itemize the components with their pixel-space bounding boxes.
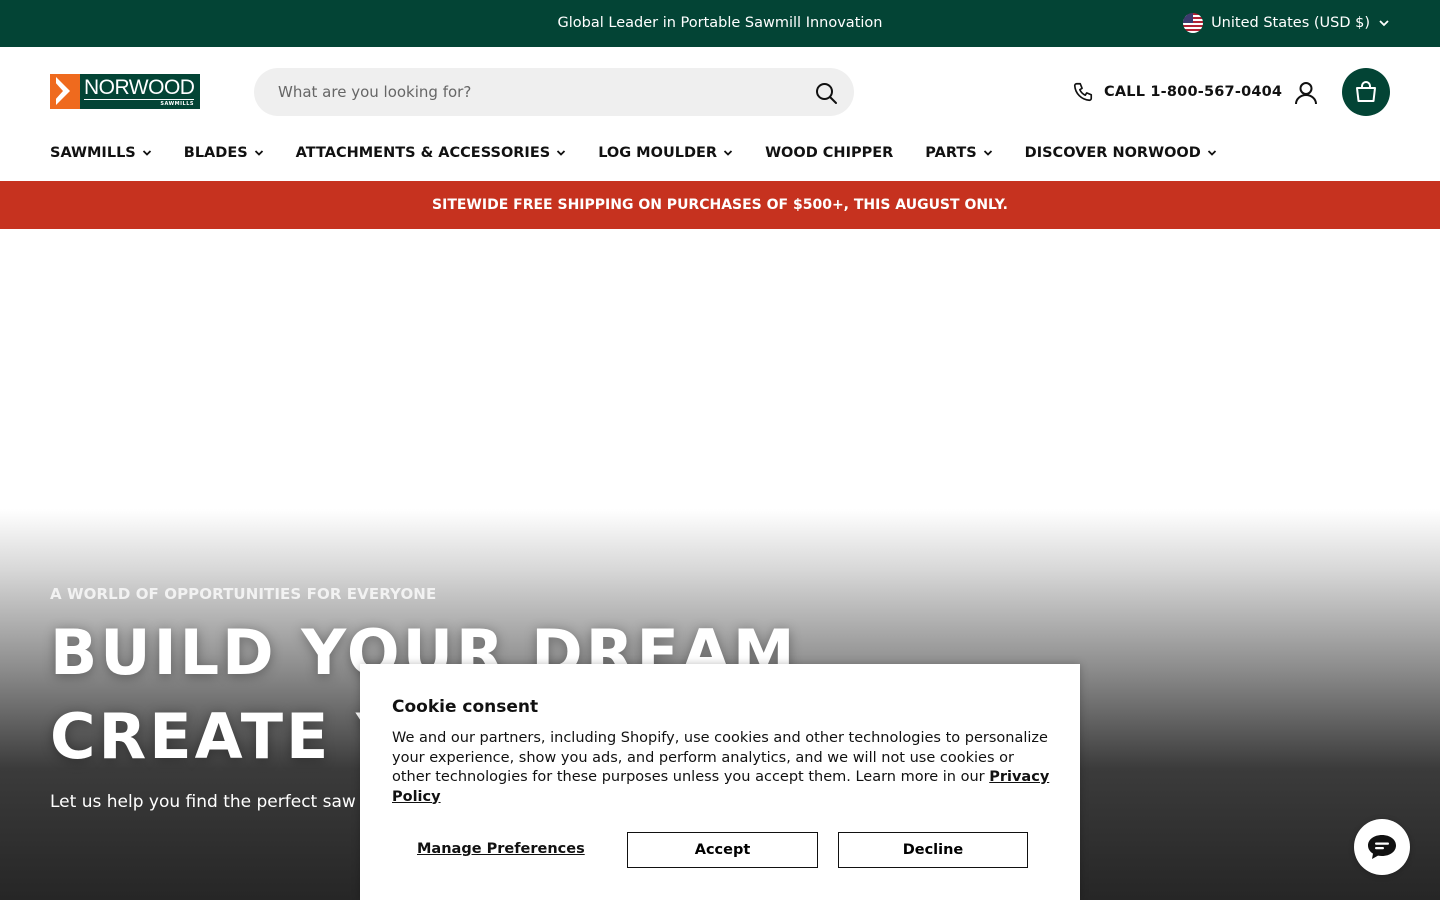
- country-selector[interactable]: United States (USD $): [1183, 13, 1390, 33]
- phone-link[interactable]: CALL 1-800-567-0404: [1072, 81, 1282, 103]
- chevron-down-icon: [254, 150, 263, 156]
- search-input[interactable]: [278, 68, 798, 116]
- nav-item-log-moulder[interactable]: LOG MOULDER: [598, 137, 733, 169]
- cookie-body-text: We and our partners, including Shopify, …: [392, 730, 1048, 785]
- site-header: NORWOOD SAWMILLS CALL 1-800-567-0404: [0, 47, 1440, 137]
- nav-item-parts[interactable]: PARTS: [925, 137, 992, 169]
- chat-bubble-icon: [1368, 835, 1396, 859]
- nav-item-sawmills[interactable]: SAWMILLS: [50, 137, 152, 169]
- us-flag-icon: [1183, 13, 1204, 33]
- nav-item-wood-chipper[interactable]: WOOD CHIPPER: [765, 137, 893, 169]
- search-bar: [254, 68, 854, 116]
- chat-button[interactable]: [1354, 819, 1410, 875]
- chevron-down-icon: [983, 150, 992, 156]
- nav-item-attachments[interactable]: ATTACHMENTS & ACCESSORIES: [296, 137, 567, 169]
- cookie-body: We and our partners, including Shopify, …: [392, 729, 1052, 807]
- cookie-consent-dialog: Cookie consent We and our partners, incl…: [360, 664, 1080, 900]
- nav-item-blades[interactable]: BLADES: [184, 137, 264, 169]
- search-icon[interactable]: [814, 81, 838, 105]
- nav-item-discover[interactable]: DISCOVER NORWOOD: [1025, 137, 1217, 169]
- logo-mark-icon: [50, 74, 80, 109]
- promo-banner[interactable]: SITEWIDE FREE SHIPPING ON PURCHASES OF $…: [0, 181, 1440, 229]
- cart-button[interactable]: [1342, 68, 1390, 116]
- chevron-down-icon: [142, 150, 151, 156]
- chevron-down-icon: [723, 150, 733, 156]
- chevron-down-icon: [557, 150, 566, 156]
- main-nav: SAWMILLS BLADES ATTACHMENTS & ACCESSORIE…: [0, 137, 1440, 181]
- manage-preferences-button[interactable]: Manage Preferences: [417, 841, 585, 857]
- phone-label: CALL 1-800-567-0404: [1104, 84, 1283, 100]
- hero-subtext: Let us help you find the perfect saw: [50, 792, 356, 812]
- chevron-down-icon: [1379, 20, 1389, 27]
- phone-icon: [1073, 82, 1093, 102]
- announcement-bar: Global Leader in Portable Sawmill Innova…: [0, 0, 1440, 47]
- cookie-title: Cookie consent: [392, 697, 539, 717]
- chevron-down-icon: [1207, 150, 1216, 156]
- logo-subtext: SAWMILLS: [160, 101, 194, 107]
- accept-button[interactable]: Accept: [627, 832, 818, 868]
- logo-text: NORWOOD: [84, 76, 195, 100]
- norwood-logo[interactable]: NORWOOD SAWMILLS: [50, 74, 200, 109]
- country-label: United States (USD $): [1211, 15, 1370, 31]
- shopping-bag-icon: [1356, 81, 1376, 102]
- hero-eyebrow: A WORLD OF OPPORTUNITIES FOR EVERYONE: [50, 585, 437, 603]
- decline-button[interactable]: Decline: [838, 832, 1028, 868]
- user-icon[interactable]: [1293, 80, 1319, 106]
